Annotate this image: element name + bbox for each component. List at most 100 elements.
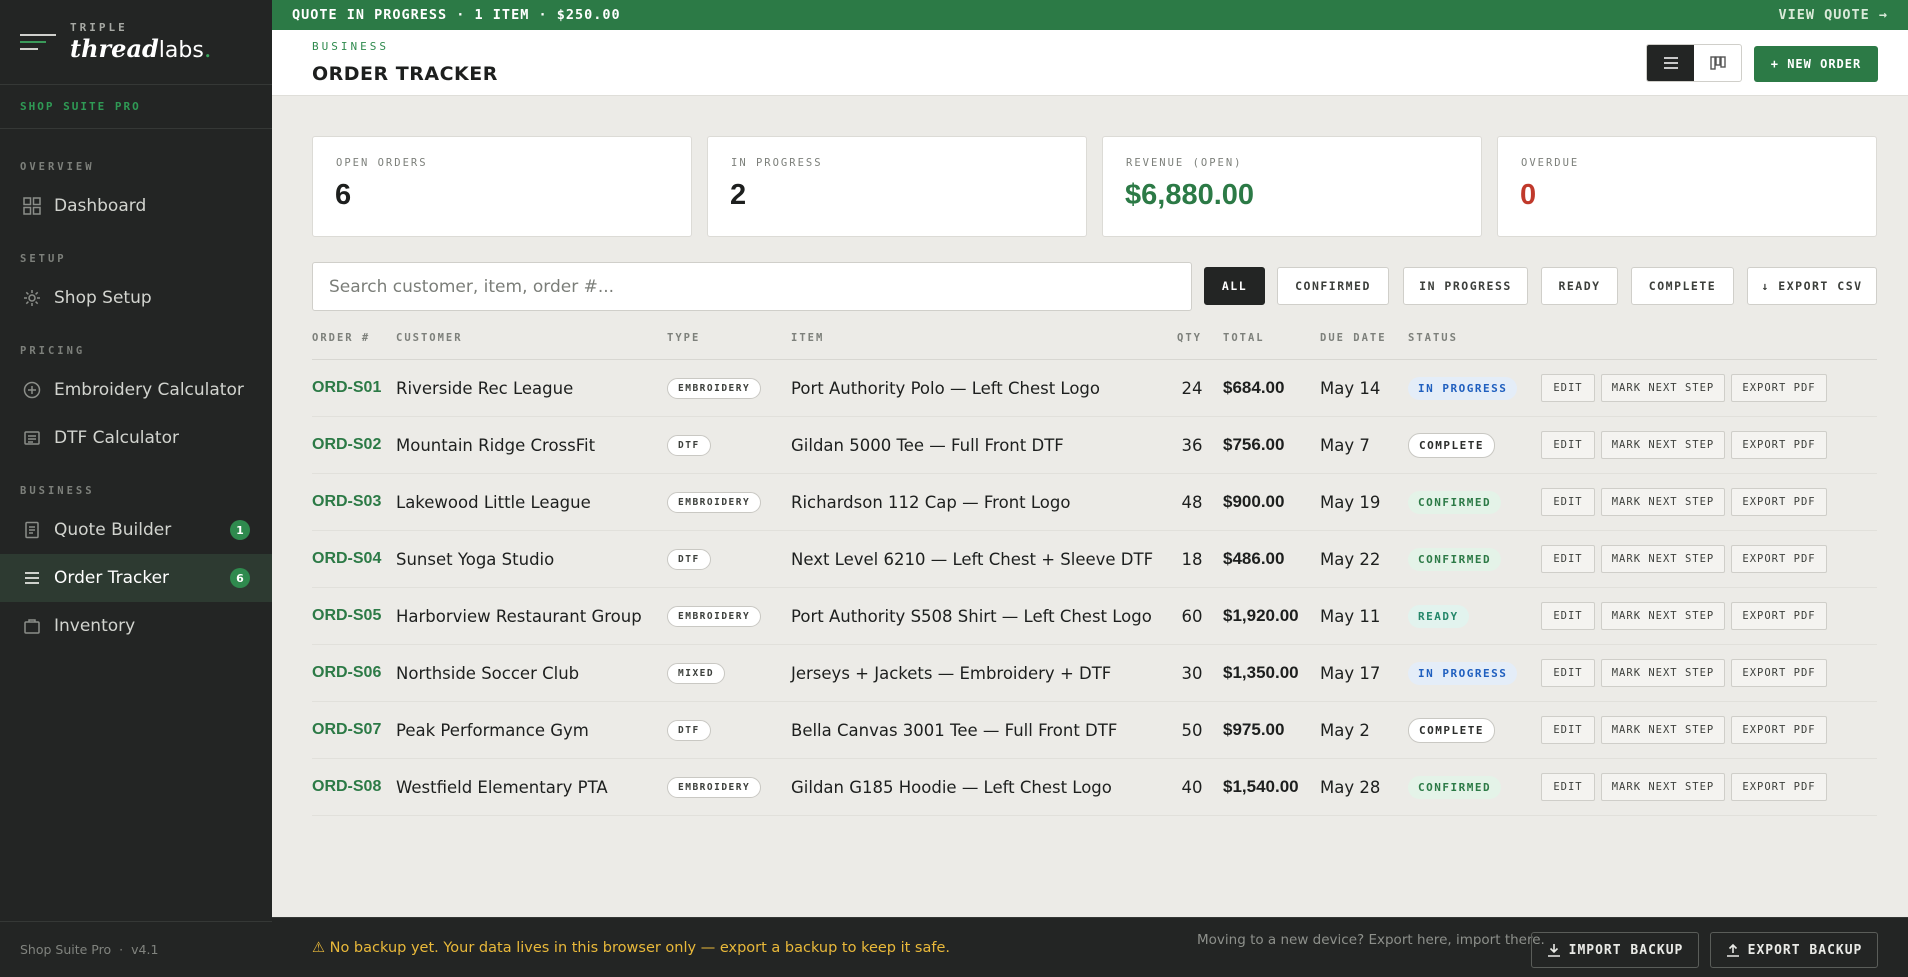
filter-complete[interactable]: COMPLETE <box>1631 267 1734 305</box>
export-csv-button[interactable]: ↓ EXPORT CSV <box>1747 267 1877 305</box>
item-description: Jerseys + Jackets — Embroidery + DTF <box>791 663 1112 683</box>
customer-name: Peak Performance Gym <box>396 720 589 740</box>
table-row[interactable]: ORD-S04 Sunset Yoga Studio DTF Next Level 6… <box>312 531 1877 588</box>
due-date: May 22 <box>1320 549 1381 569</box>
due-date: May 19 <box>1320 492 1381 512</box>
search-input[interactable] <box>312 262 1192 311</box>
item-description: Gildan G185 Hoodie — Left Chest Logo <box>791 777 1112 797</box>
suite-label: SHOP SUITE PRO <box>0 85 272 129</box>
order-id[interactable]: ORD-S02 <box>312 417 381 473</box>
quantity: 30 <box>1181 663 1203 683</box>
sidebar-item-quote-builder[interactable]: Quote Builder 1 <box>0 506 272 554</box>
new-order-button[interactable]: + NEW ORDER <box>1754 46 1878 82</box>
export-pdf-button[interactable]: EXPORT PDF <box>1731 545 1827 573</box>
sidebar-item-label: Embroidery Calculator <box>54 380 244 400</box>
export-pdf-button[interactable]: EXPORT PDF <box>1731 716 1827 744</box>
mark-next-step-button[interactable]: MARK NEXT STEP <box>1601 716 1725 744</box>
export-pdf-button[interactable]: EXPORT PDF <box>1731 602 1827 630</box>
table-row[interactable]: ORD-S08 Westfield Elementary PTA EMBROIDER… <box>312 759 1877 816</box>
mark-next-step-button[interactable]: MARK NEXT STEP <box>1601 488 1725 516</box>
export-backup-button[interactable]: EXPORT BACKUP <box>1710 932 1878 968</box>
sidebar-item-dtf-calculator[interactable]: DTF Calculator <box>0 414 272 462</box>
type-cell: EMBROIDERY <box>667 474 762 530</box>
quantity: 48 <box>1181 492 1203 512</box>
mark-next-step-button[interactable]: MARK NEXT STEP <box>1601 431 1725 459</box>
sidebar-item-order-tracker[interactable]: Order Tracker 6 <box>0 554 272 602</box>
table-row[interactable]: ORD-S06 Northside Soccer Club MIXED Jerseys… <box>312 645 1877 702</box>
table-row[interactable]: ORD-S02 Mountain Ridge CrossFit DTF Gildan … <box>312 417 1877 474</box>
status-cell: CONFIRMED <box>1408 531 1502 587</box>
status-cell: IN PROGRESS <box>1408 360 1518 416</box>
order-id[interactable]: ORD-S08 <box>312 759 381 815</box>
sidebar-item-inventory[interactable]: Inventory <box>0 602 272 650</box>
edit-button[interactable]: EDIT <box>1541 545 1595 573</box>
mark-next-step-button[interactable]: MARK NEXT STEP <box>1601 602 1725 630</box>
filter-all[interactable]: ALL <box>1204 267 1265 305</box>
view-quote-link[interactable]: VIEW QUOTE → <box>1778 7 1888 23</box>
list-view-button[interactable] <box>1647 45 1694 81</box>
mark-next-step-button[interactable]: MARK NEXT STEP <box>1601 545 1725 573</box>
edit-button[interactable]: EDIT <box>1541 716 1595 744</box>
table-row[interactable]: ORD-S03 Lakewood Little League EMBROIDERY R… <box>312 474 1877 531</box>
brand: TRIPLE threadlabs. <box>0 0 272 85</box>
menu-icon[interactable] <box>20 32 56 52</box>
filter-ready[interactable]: READY <box>1541 267 1618 305</box>
stat-value: 6 <box>335 179 352 211</box>
order-id[interactable]: ORD-S03 <box>312 474 381 530</box>
status-cell: CONFIRMED <box>1408 759 1502 815</box>
edit-button[interactable]: EDIT <box>1541 659 1595 687</box>
export-pdf-button[interactable]: EXPORT PDF <box>1731 659 1827 687</box>
import-backup-button[interactable]: IMPORT BACKUP <box>1531 932 1699 968</box>
stat-card-overdue: OVERDUE 0 <box>1497 136 1877 237</box>
view-toggle <box>1646 44 1742 82</box>
edit-button[interactable]: EDIT <box>1541 431 1595 459</box>
order-id[interactable]: ORD-S01 <box>312 360 381 416</box>
edit-button[interactable]: EDIT <box>1541 488 1595 516</box>
upload-icon <box>1726 943 1739 957</box>
sidebar-item-dashboard[interactable]: Dashboard <box>0 182 272 230</box>
order-id[interactable]: ORD-S06 <box>312 645 381 701</box>
export-pdf-button[interactable]: EXPORT PDF <box>1731 374 1827 402</box>
order-total: $1,920.00 <box>1223 606 1299 625</box>
table-row[interactable]: ORD-S05 Harborview Restaurant Group EMBROI… <box>312 588 1877 645</box>
mark-next-step-button[interactable]: MARK NEXT STEP <box>1601 659 1725 687</box>
type-badge: EMBROIDERY <box>667 491 762 513</box>
due-date: May 2 <box>1320 720 1370 740</box>
sidebar-item-shop-setup[interactable]: Shop Setup <box>0 274 272 322</box>
board-view-button[interactable] <box>1694 45 1741 81</box>
filter-confirmed[interactable]: CONFIRMED <box>1277 267 1389 305</box>
edit-button[interactable]: EDIT <box>1541 374 1595 402</box>
mark-next-step-button[interactable]: MARK NEXT STEP <box>1601 374 1725 402</box>
nav-section-overview: OVERVIEW <box>20 161 95 173</box>
order-id[interactable]: ORD-S05 <box>312 588 381 644</box>
type-badge: EMBROIDERY <box>667 776 762 798</box>
item-description: Bella Canvas 3001 Tee — Full Front DTF <box>791 720 1118 740</box>
table-row[interactable]: ORD-S01 Riverside Rec League EMBROIDERY Por… <box>312 360 1877 417</box>
status-cell: COMPLETE <box>1408 702 1495 758</box>
sidebar-item-embroidery-calculator[interactable]: Embroidery Calculator <box>0 366 272 414</box>
filter-in-progress[interactable]: IN PROGRESS <box>1403 267 1528 305</box>
export-pdf-button[interactable]: EXPORT PDF <box>1731 488 1827 516</box>
plus-circle-icon <box>22 380 42 400</box>
table-row[interactable]: ORD-S07 Peak Performance Gym DTF Bella Canv… <box>312 702 1877 759</box>
column-header-qty: QTY <box>1177 332 1202 344</box>
mark-next-step-button[interactable]: MARK NEXT STEP <box>1601 773 1725 801</box>
status-badge: CONFIRMED <box>1408 547 1502 571</box>
nav-badge: 1 <box>230 520 250 540</box>
stat-value: 0 <box>1520 179 1537 211</box>
nav-section-pricing: PRICING <box>20 345 86 357</box>
column-header-order: ORDER # <box>312 332 371 344</box>
order-id[interactable]: ORD-S07 <box>312 702 381 758</box>
type-badge: DTF <box>667 719 711 741</box>
document-icon <box>22 520 42 540</box>
type-badge: DTF <box>667 434 711 456</box>
status-cell: COMPLETE <box>1408 417 1495 473</box>
status-badge: CONFIRMED <box>1408 775 1502 799</box>
export-pdf-button[interactable]: EXPORT PDF <box>1731 773 1827 801</box>
edit-button[interactable]: EDIT <box>1541 773 1595 801</box>
logo-wordmark: threadlabs. <box>70 34 212 63</box>
status-badge: COMPLETE <box>1408 432 1495 458</box>
edit-button[interactable]: EDIT <box>1541 602 1595 630</box>
order-id[interactable]: ORD-S04 <box>312 531 381 587</box>
export-pdf-button[interactable]: EXPORT PDF <box>1731 431 1827 459</box>
